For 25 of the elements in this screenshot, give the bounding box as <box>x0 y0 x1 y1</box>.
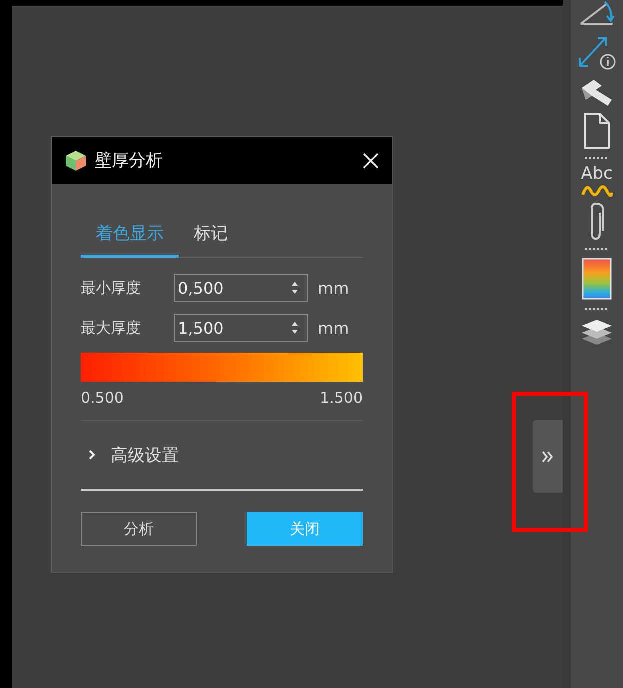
separator-dots-icon <box>585 307 609 311</box>
unit-label: mm <box>318 278 350 298</box>
field-label: 最大厚度 <box>81 318 142 338</box>
tab[interactable]: 标记 <box>179 214 243 258</box>
chevron-right-icon <box>87 450 97 460</box>
field-label: 最小厚度 <box>81 278 142 298</box>
separator-dots-icon <box>585 156 609 160</box>
close-icon[interactable] <box>362 152 380 170</box>
tab[interactable]: 着色显示 <box>81 214 179 258</box>
scale-min-label: 0.500 <box>81 389 124 409</box>
text-tool-label[interactable]: Abc <box>581 166 613 183</box>
number-field[interactable]: 1,500 <box>174 314 308 342</box>
number-field[interactable]: 0,500 <box>174 274 308 302</box>
window-title: 壁厚分析 <box>95 150 164 172</box>
collapse-tab[interactable] <box>533 420 563 493</box>
advanced-settings-toggle[interactable]: 高级设置 <box>81 421 185 489</box>
spin-arrows-icon[interactable] <box>291 321 299 335</box>
spin-arrows-icon[interactable] <box>291 281 299 295</box>
unit-label: mm <box>318 318 350 338</box>
analyze-button[interactable]: 分析 <box>81 512 197 546</box>
double-chevron-icon <box>542 450 554 462</box>
wave-icon[interactable] <box>581 183 613 197</box>
scale-max-label: 1.500 <box>320 389 363 409</box>
separator-dots-icon <box>585 247 609 251</box>
cube-icon <box>65 150 87 172</box>
